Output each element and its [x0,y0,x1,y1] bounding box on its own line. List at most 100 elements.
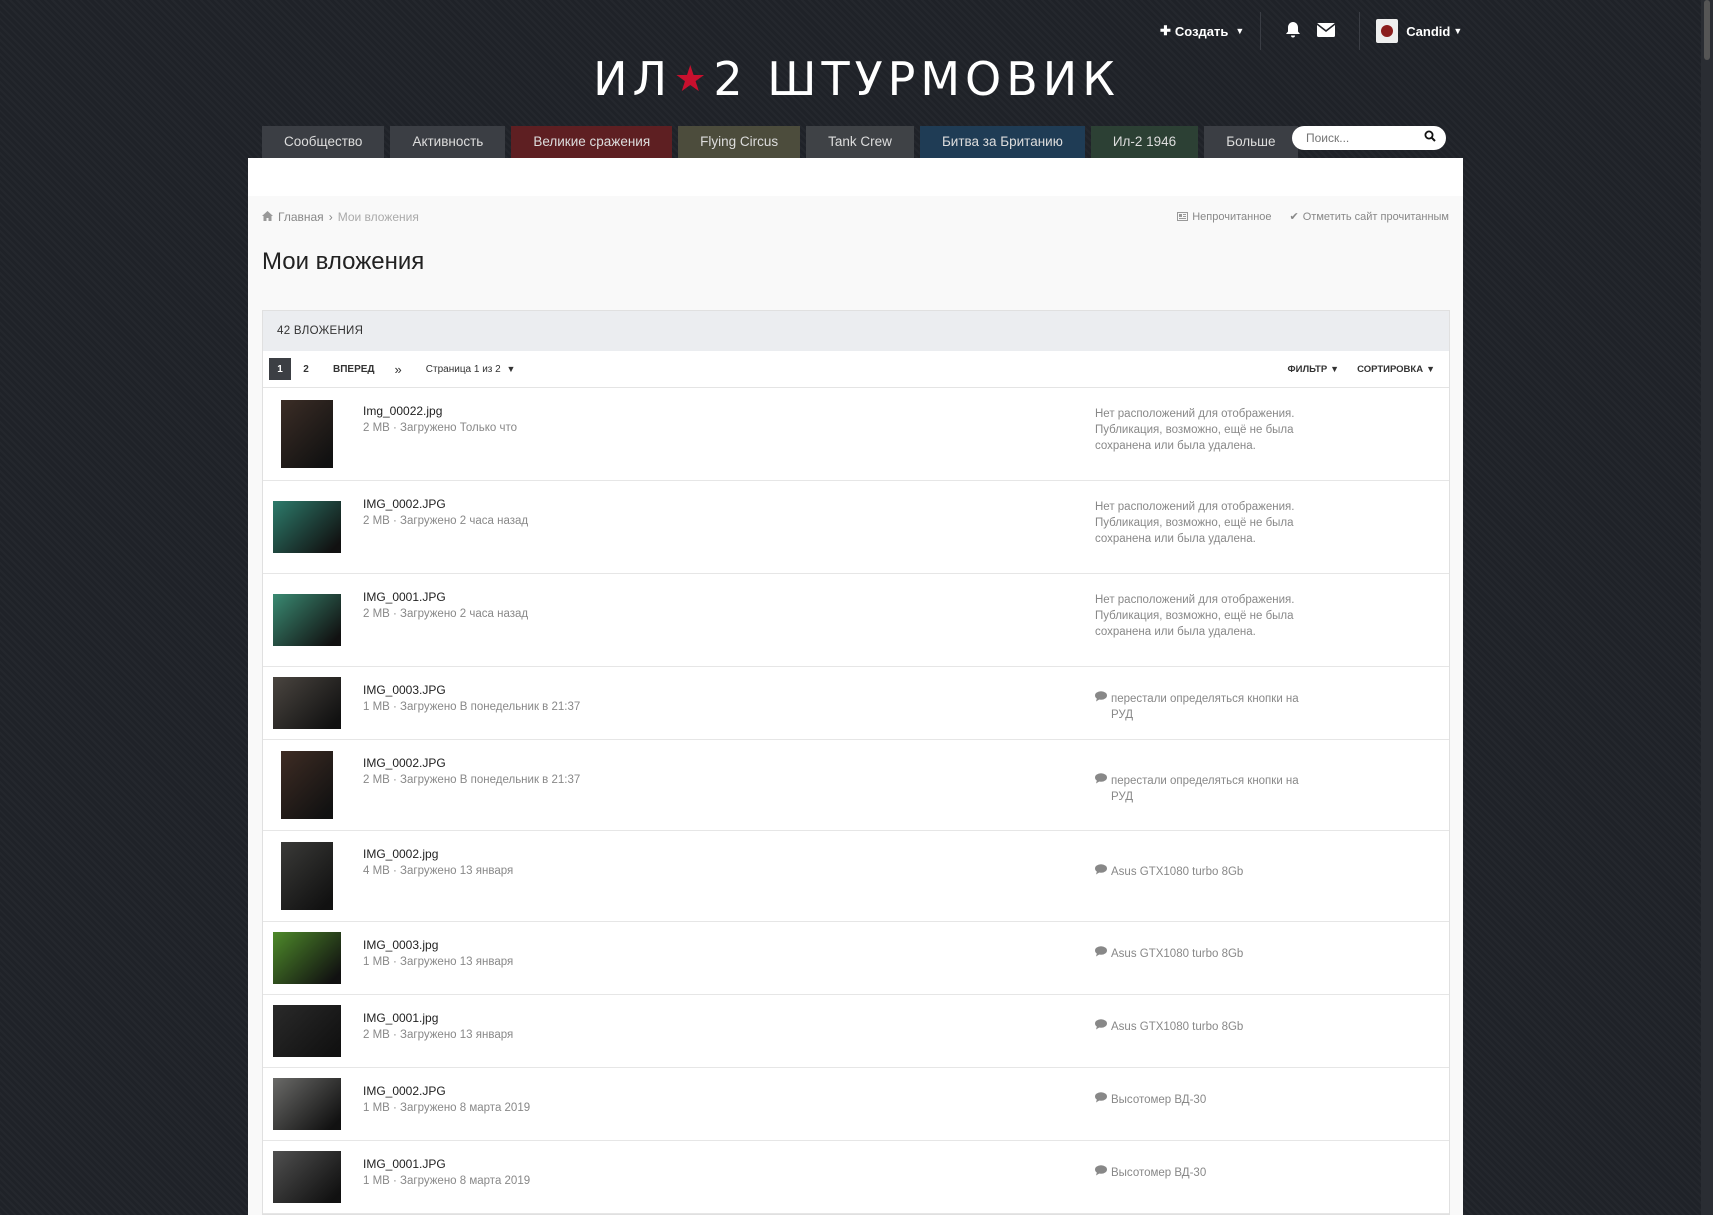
attachment-filename[interactable]: IMG_0003.jpg [363,938,513,952]
location-text: перестали определяться кнопки на РУД [1111,693,1299,721]
nav-tab-flying-circus[interactable]: Flying Circus [678,126,801,158]
unread-link[interactable]: Непрочитанное [1177,210,1272,223]
attachment-location[interactable]: перестали определяться кнопки на РУД [1095,691,1315,723]
attachment-row[interactable]: IMG_0002.JPG 2 MB · Загружено 2 часа наза… [263,481,1449,574]
avatar [1376,19,1399,43]
location-text: Высотомер ВД-30 [1111,1167,1207,1179]
page-button-2[interactable]: 2 [295,358,317,380]
attachment-thumbnail[interactable] [273,501,341,553]
attachment-location[interactable]: Высотомер ВД-30 [1095,1092,1315,1108]
attachment-info: IMG_0002.JPG 2 MB · Загружено 2 часа наза… [363,497,528,527]
page-jump-dropdown[interactable]: Страница 1 из 2 ▼ [426,364,516,375]
breadcrumb-separator-icon: › [328,210,333,224]
location-text: Нет расположений для отображения. Публик… [1095,594,1295,638]
attachment-thumbnail[interactable] [273,932,341,984]
location-link[interactable]: Asus GTX1080 turbo 8Gb [1095,864,1315,880]
attachment-location: Нет расположений для отображения. Публик… [1095,499,1295,547]
comment-icon [1095,1165,1107,1181]
attachment-thumbnail[interactable] [273,1005,341,1057]
attachment-thumbnail[interactable] [273,1078,341,1130]
nav-tab-tank-crew[interactable]: Tank Crew [806,126,914,158]
mark-site-read-link[interactable]: ✔ Отметить сайт прочитанным [1290,210,1449,224]
attachment-filename[interactable]: IMG_0002.jpg [363,847,513,861]
attachment-filename[interactable]: IMG_0001.jpg [363,1011,513,1025]
filter-dropdown[interactable]: ФИЛЬТР ▼ [1288,364,1340,375]
attachment-row[interactable]: Img_00022.jpg 2 MB · Загружено Только что… [263,388,1449,481]
attachment-location[interactable]: Asus GTX1080 turbo 8Gb [1095,1019,1315,1035]
user-bar: ✚ Создать ▼ Candid ▼ [1160,12,1462,50]
attachment-row[interactable]: IMG_0002.JPG 1 MB · Загружено 8 марта 201… [263,1068,1449,1141]
attachment-row[interactable]: IMG_0001.jpg 2 MB · Загружено 13 января As… [263,995,1449,1068]
thumbnail-image [273,1005,341,1057]
attachment-location[interactable]: Asus GTX1080 turbo 8Gb [1095,864,1315,880]
attachment-filename[interactable]: Img_00022.jpg [363,404,517,418]
attachment-filename[interactable]: IMG_0001.JPG [363,1157,530,1171]
attachment-row[interactable]: IMG_0001.JPG 1 MB · Загружено 8 марта 201… [263,1141,1449,1214]
site-markers: Непрочитанное ✔ Отметить сайт прочитанны… [1177,210,1449,223]
nav-tab-great-battles[interactable]: Великие сражения [511,126,673,158]
newspaper-icon [1177,212,1189,221]
attachment-location[interactable]: Asus GTX1080 turbo 8Gb [1095,946,1315,962]
attachments-list: 42 ВЛОЖЕНИЯ 1 2 ВПЕРЕД » Страница 1 из 2… [262,310,1450,1215]
search-icon[interactable] [1424,129,1436,147]
search-input[interactable] [1292,131,1416,145]
page-title: Мои вложения [262,248,425,275]
location-link[interactable]: перестали определяться кнопки на РУД [1095,773,1315,805]
attachment-thumbnail[interactable] [273,1151,341,1203]
attachment-row[interactable]: IMG_0003.jpg 1 MB · Загружено 13 января As… [263,922,1449,995]
location-link[interactable]: Asus GTX1080 turbo 8Gb [1095,1019,1315,1035]
pagination: 1 2 ВПЕРЕД » Страница 1 из 2 ▼ ФИЛЬТР ▼ С… [263,351,1449,388]
nav-tab-community[interactable]: Сообщество [262,126,385,158]
location-link[interactable]: перестали определяться кнопки на РУД [1095,691,1315,723]
thumbnail-image [281,400,333,468]
attachment-thumbnail[interactable] [273,842,333,910]
attachment-row[interactable]: IMG_0001.JPG 2 MB · Загружено 2 часа наза… [263,574,1449,667]
messages-envelope-icon[interactable] [1316,22,1336,40]
thumbnail-image [273,677,341,729]
attachment-filename[interactable]: IMG_0003.JPG [363,683,580,697]
attachment-location[interactable]: Высотомер ВД-30 [1095,1165,1315,1181]
location-link[interactable]: Высотомер ВД-30 [1095,1165,1315,1181]
attachment-filename[interactable]: IMG_0002.JPG [363,497,528,511]
caret-down-icon: ▼ [1453,26,1463,36]
home-icon [262,210,273,224]
attachment-thumbnail[interactable] [273,400,333,468]
attachment-row[interactable]: IMG_0002.JPG 2 MB · Загружено В понедельн… [263,740,1449,831]
attachment-thumbnail[interactable] [273,677,341,729]
attachment-row[interactable]: IMG_0002.jpg 4 MB · Загружено 13 января As… [263,831,1449,922]
thumbnail-image [281,842,333,910]
attachment-filename[interactable]: IMG_0001.JPG [363,590,528,604]
create-button[interactable]: ✚ Создать ▼ [1160,23,1244,39]
attachment-filename[interactable]: IMG_0002.JPG [363,1084,530,1098]
attachment-location[interactable]: перестали определяться кнопки на РУД [1095,773,1315,805]
attachment-meta: 2 MB · Загружено 13 января [363,1029,514,1041]
attachment-info: IMG_0002.JPG 1 MB · Загружено 8 марта 201… [363,1084,530,1114]
page-scrollbar[interactable] [1701,0,1713,1215]
location-link[interactable]: Высотомер ВД-30 [1095,1092,1315,1108]
site-logo[interactable]: ИЛ★2 ШТУРМОВИК [0,52,1713,106]
nav-tab-more[interactable]: Больше [1204,126,1298,158]
attachment-meta: 1 MB · Загружено В понедельник в 21:37 [363,701,581,713]
location-link[interactable]: Asus GTX1080 turbo 8Gb [1095,946,1315,962]
nav-tab-activity[interactable]: Активность [390,126,506,158]
notifications-bell-icon[interactable] [1285,21,1301,42]
red-star-icon: ★ [674,59,712,100]
scrollbar-thumb[interactable] [1704,0,1710,60]
thumbnail-image [273,932,341,984]
nav-tab-battle-of-britain[interactable]: Битва за Британию [919,126,1085,158]
nav-tab-il2-1946[interactable]: Ил-2 1946 [1090,126,1199,158]
unread-label: Непрочитанное [1192,210,1272,223]
next-page-button[interactable]: ВПЕРЕД [333,364,375,375]
attachment-thumbnail[interactable] [273,751,333,819]
attachment-row[interactable]: IMG_0003.JPG 1 MB · Загружено В понедельн… [263,667,1449,740]
caret-down-icon: ▼ [1235,26,1245,36]
page-button-1[interactable]: 1 [269,358,291,380]
breadcrumb-home[interactable]: Главная [278,210,324,224]
user-menu[interactable]: Candid ▼ [1376,19,1462,43]
last-page-button[interactable]: » [395,362,402,377]
search-box [1292,126,1446,150]
attachment-meta: 4 MB · Загружено 13 января [363,865,514,877]
attachment-thumbnail[interactable] [273,594,341,646]
sort-dropdown[interactable]: СОРТИРОВКА ▼ [1357,364,1435,375]
attachment-filename[interactable]: IMG_0002.JPG [363,756,580,770]
